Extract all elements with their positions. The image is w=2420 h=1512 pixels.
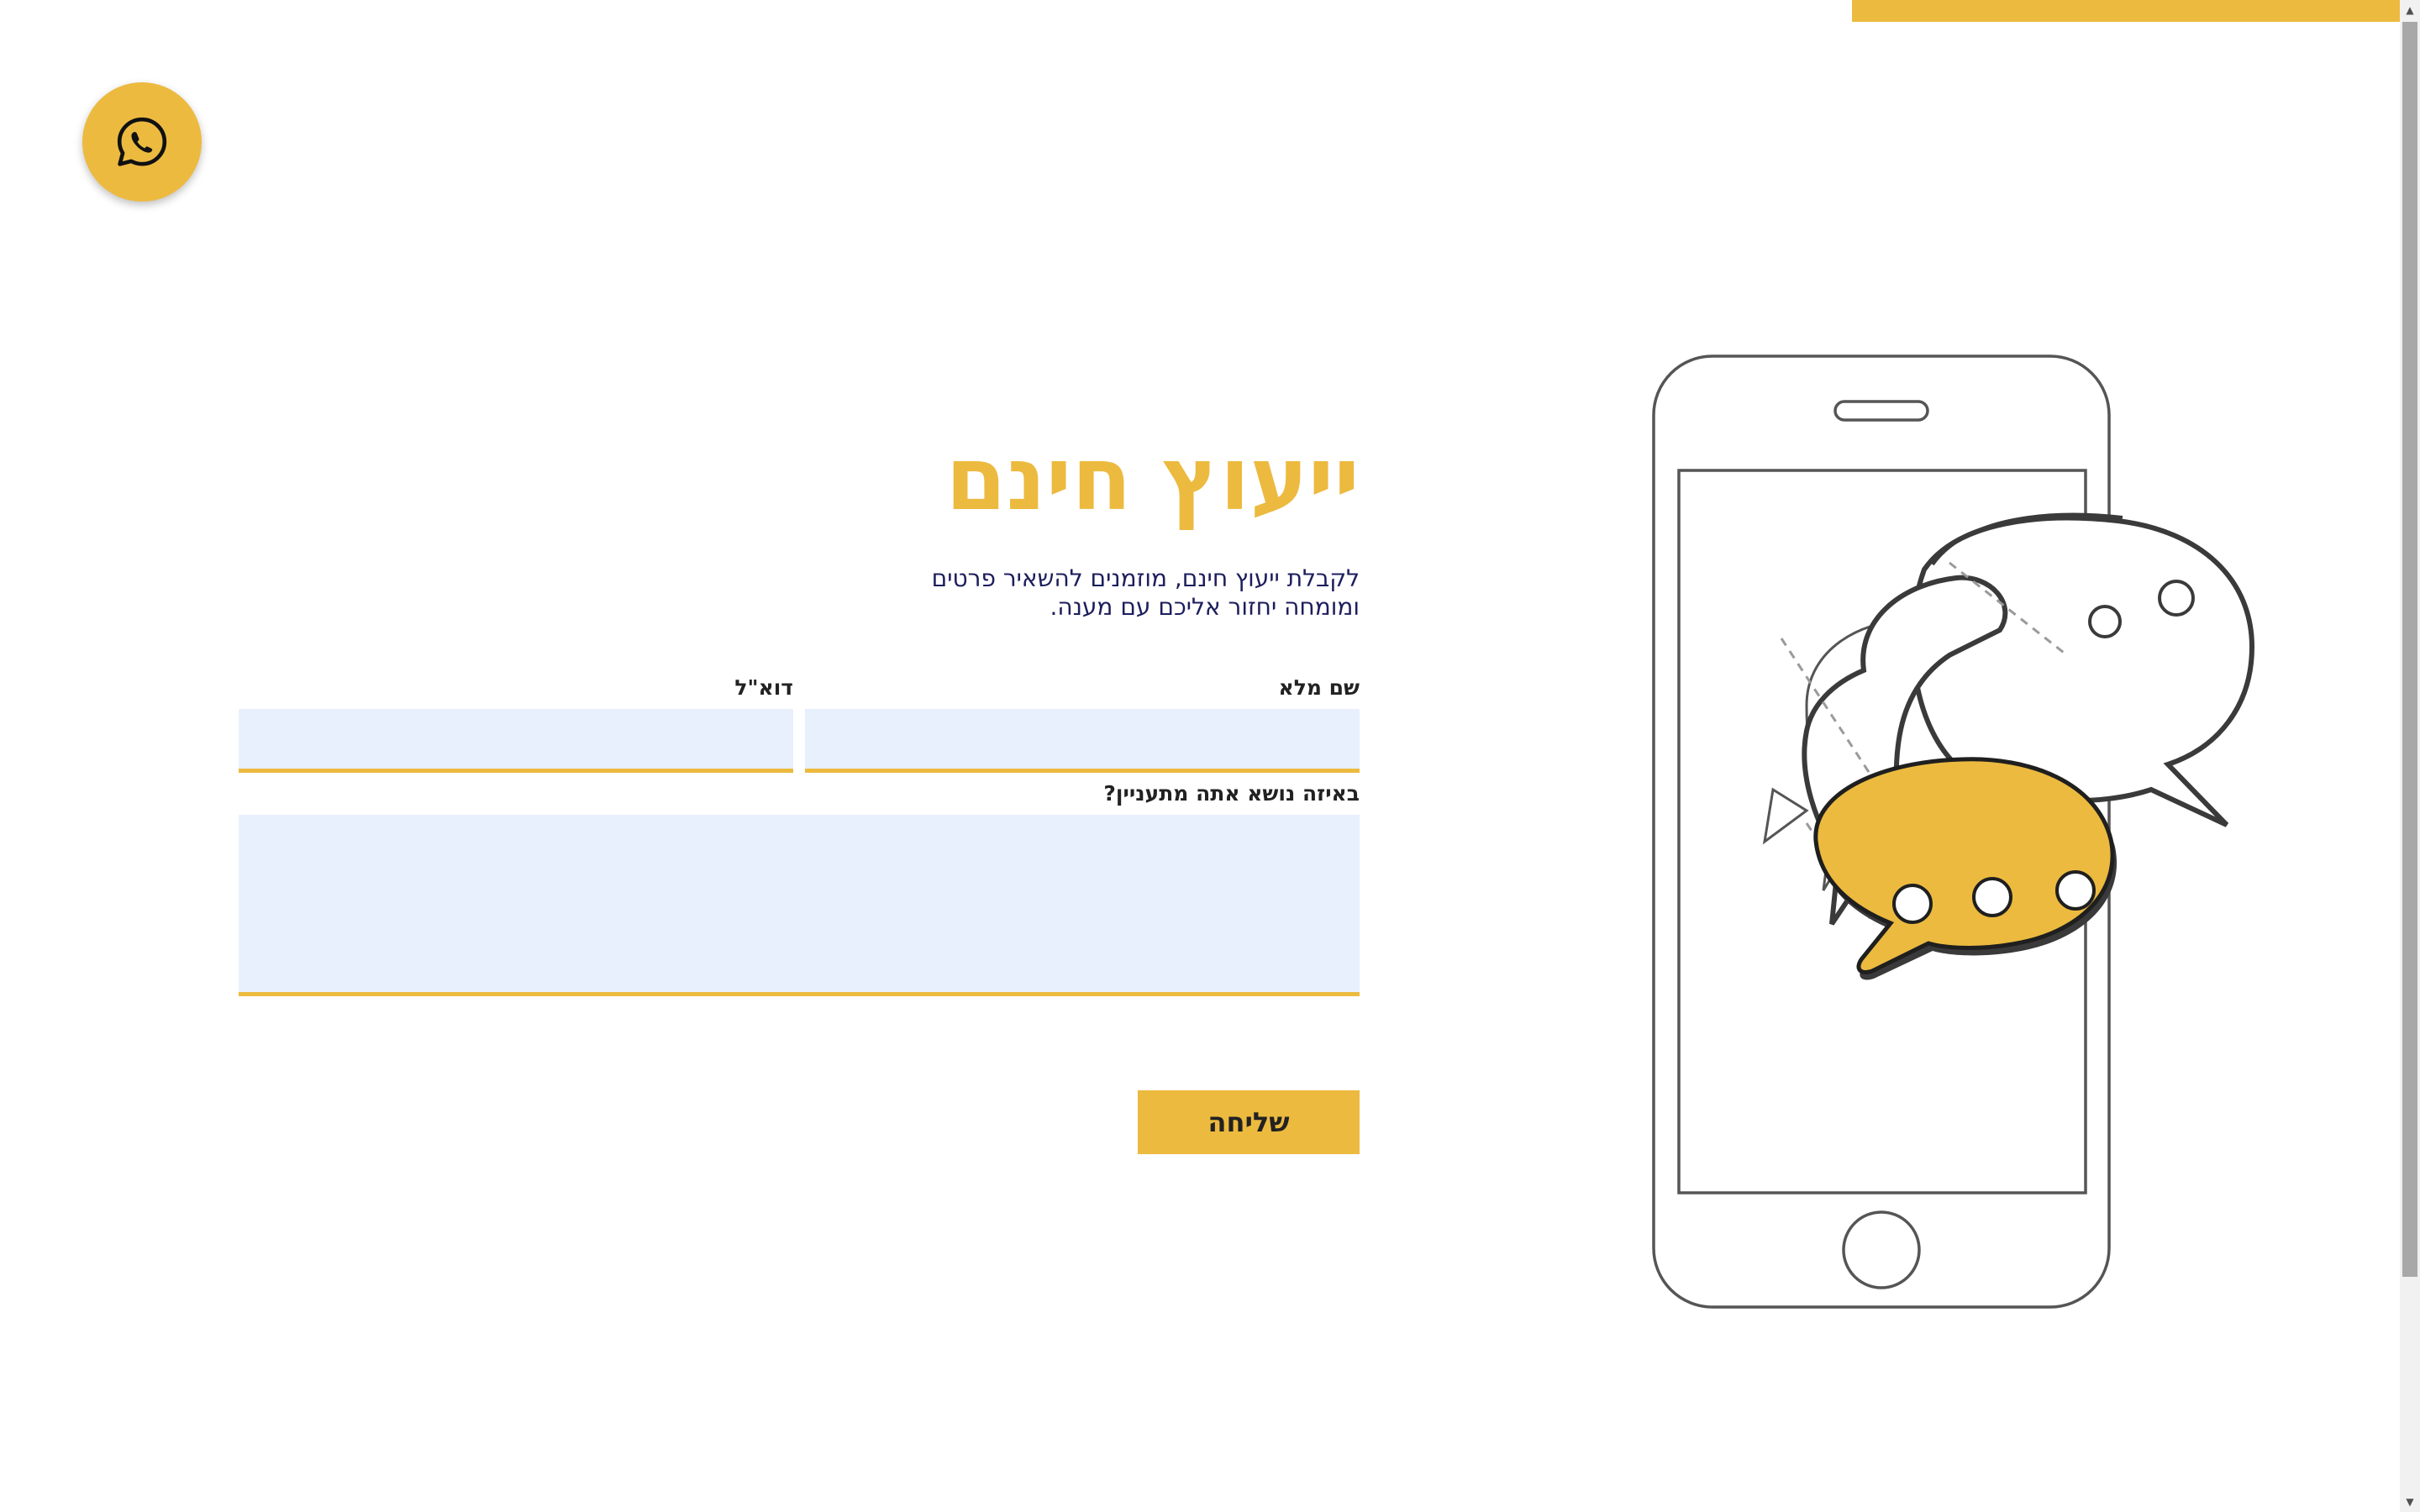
email-field[interactable] bbox=[239, 709, 793, 773]
full-name-field[interactable] bbox=[805, 709, 1360, 773]
subtitle-line-1: לקבלת ייעוץ חינם, מוזמנים להשאיר פרטים bbox=[931, 564, 1360, 592]
topic-label: באיזה נושא אתה מתעניין? bbox=[1103, 781, 1360, 806]
vertical-scrollbar[interactable]: ▲ ▼ bbox=[2400, 0, 2420, 1512]
scroll-up-arrow-icon[interactable]: ▲ bbox=[2400, 0, 2420, 20]
top-accent-bar bbox=[1852, 0, 2400, 22]
whatsapp-button[interactable] bbox=[82, 82, 202, 202]
phone-chat-illustration bbox=[1652, 354, 2255, 1309]
topic-textarea[interactable] bbox=[239, 815, 1360, 996]
scrollbar-thumb[interactable] bbox=[2402, 22, 2417, 1277]
subtitle-line-2: ומומחה יחזור אליכם עם מענה. bbox=[1050, 593, 1360, 621]
submit-button[interactable]: שליחה bbox=[1138, 1090, 1360, 1154]
page-subtitle: לקבלת ייעוץ חינם, מוזמנים להשאיר פרטים ו… bbox=[807, 564, 1360, 622]
yellow-chat-bubble bbox=[1813, 757, 2118, 980]
whatsapp-icon bbox=[117, 117, 167, 166]
page-title: ייעוץ חינם bbox=[945, 428, 1360, 530]
full-name-label: שם מלא bbox=[1278, 675, 1360, 700]
scroll-down-arrow-icon[interactable]: ▼ bbox=[2400, 1492, 2420, 1512]
email-label: דוא"ל bbox=[734, 675, 793, 700]
